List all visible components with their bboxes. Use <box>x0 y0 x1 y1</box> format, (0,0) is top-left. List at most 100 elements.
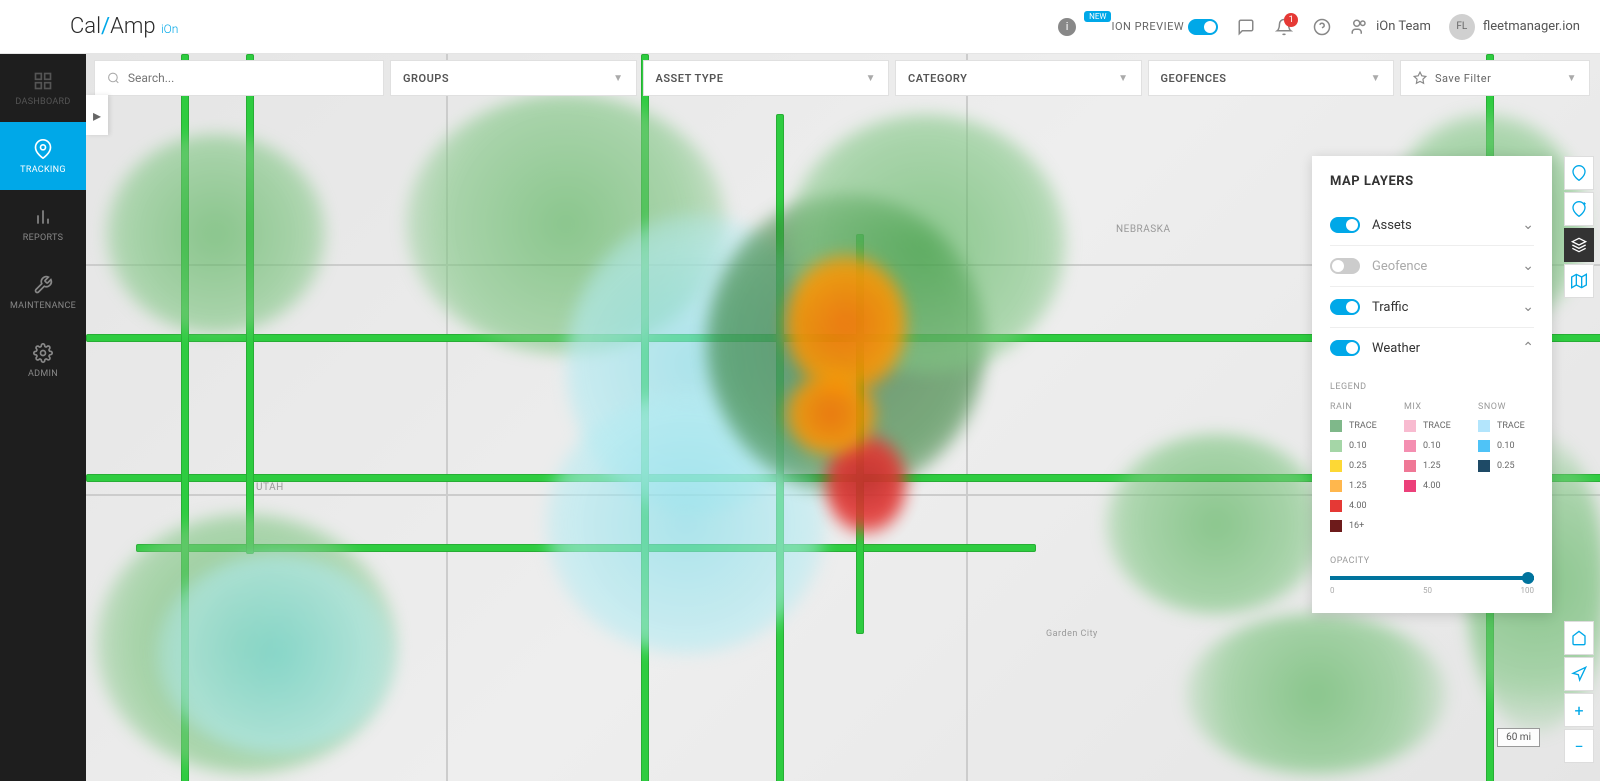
nav-label: REPORTS <box>23 233 63 243</box>
legend-value: 0.25 <box>1349 461 1367 471</box>
legend-col-rain: RAIN TRACE 0.10 0.25 1.25 4.00 16+ <box>1330 402 1386 540</box>
legend-swatch <box>1330 480 1342 492</box>
legend-col-snow: SNOW TRACE0.100.25 <box>1478 402 1534 540</box>
tool-layers-button[interactable] <box>1564 228 1594 262</box>
weather-legend: LEGEND RAIN TRACE0.100.251.254.0016+ MIX… <box>1330 382 1534 540</box>
dashboard-icon <box>32 70 54 92</box>
filter-asset-type[interactable]: ASSET TYPE▼ <box>643 60 890 96</box>
legend-title: LEGEND <box>1330 382 1534 392</box>
weather-overlay <box>786 254 906 394</box>
reports-icon <box>32 206 54 228</box>
nav-tracking[interactable]: TRACKING <box>0 122 86 190</box>
layer-toggle-weather[interactable] <box>1330 340 1360 356</box>
chevron-up-icon[interactable]: ⌃ <box>1522 340 1534 356</box>
filter-label: GROUPS <box>403 72 449 85</box>
legend-value: 4.00 <box>1349 501 1367 511</box>
legend-value: 0.10 <box>1349 441 1367 451</box>
map-place-label: Garden City <box>1046 629 1098 639</box>
layer-toggle-assets[interactable] <box>1330 217 1360 233</box>
legend-value: 0.10 <box>1423 441 1441 451</box>
logo-suffix: Amp <box>110 14 155 39</box>
legend-value: 1.25 <box>1423 461 1441 471</box>
legend-item: 4.00 <box>1330 500 1386 512</box>
layer-row-traffic: Traffic ⌄ <box>1330 287 1534 328</box>
nav-dashboard[interactable]: DASHBOARD <box>0 54 86 122</box>
search-field[interactable] <box>128 71 371 85</box>
layer-toggle-geofence[interactable] <box>1330 258 1360 274</box>
layer-row-geofence: Geofence ⌄ <box>1330 246 1534 287</box>
layer-row-assets: Assets ⌄ <box>1330 205 1534 246</box>
weather-overlay <box>106 134 326 334</box>
legend-swatch <box>1478 440 1490 452</box>
chat-icon[interactable] <box>1236 17 1256 37</box>
legend-item: 0.10 <box>1478 440 1534 452</box>
filter-label: GEOFENCES <box>1161 72 1227 85</box>
tool-locate-button[interactable] <box>1564 657 1594 691</box>
zoom-out-button[interactable]: − <box>1564 729 1594 763</box>
legend-swatch <box>1478 420 1490 432</box>
tick: 100 <box>1521 586 1535 595</box>
nav-maintenance[interactable]: MAINTENANCE <box>0 258 86 326</box>
chevron-down-icon[interactable]: ⌄ <box>1522 299 1534 315</box>
legend-item: 0.25 <box>1478 460 1534 472</box>
layer-toggle-traffic[interactable] <box>1330 299 1360 315</box>
legend-item: 4.00 <box>1404 480 1460 492</box>
map-place-label: UTAH <box>256 482 284 493</box>
chevron-down-icon: ▼ <box>1118 73 1128 84</box>
legend-swatch <box>1478 460 1490 472</box>
chevron-down-icon: ▼ <box>866 73 876 84</box>
nav-admin[interactable]: ADMIN <box>0 326 86 394</box>
logo-prefix: Cal <box>70 14 101 39</box>
logo: Cal/Amp iOn <box>70 14 178 39</box>
sidebar-expand-button[interactable]: ▸ <box>86 95 108 135</box>
tool-map-button[interactable] <box>1564 264 1594 298</box>
opacity-slider[interactable] <box>1330 576 1534 580</box>
filter-category[interactable]: CATEGORY▼ <box>895 60 1142 96</box>
chevron-down-icon[interactable]: ⌄ <box>1522 217 1534 233</box>
legend-item: 0.25 <box>1330 460 1386 472</box>
chevron-down-icon: ▼ <box>1567 73 1577 84</box>
legend-item: 0.10 <box>1404 440 1460 452</box>
notification-icon[interactable]: 1 <box>1274 17 1294 37</box>
tool-pin-button[interactable] <box>1564 156 1594 190</box>
legend-value: 16+ <box>1349 521 1364 531</box>
filter-geofences[interactable]: GEOFENCES▼ <box>1148 60 1395 96</box>
legend-value: TRACE <box>1423 421 1451 431</box>
weather-overlay <box>156 554 396 754</box>
search-input[interactable] <box>94 60 384 96</box>
legend-swatch <box>1330 460 1342 472</box>
layer-label: Traffic <box>1372 300 1510 315</box>
tool-home-button[interactable] <box>1564 621 1594 655</box>
chevron-down-icon[interactable]: ⌄ <box>1522 258 1534 274</box>
legend-item: 1.25 <box>1330 480 1386 492</box>
legend-value: 4.00 <box>1423 481 1441 491</box>
layer-label: Geofence <box>1372 259 1510 274</box>
legend-columns: RAIN TRACE0.100.251.254.0016+ MIX TRACE0… <box>1330 402 1534 540</box>
tool-add-pin-button[interactable] <box>1564 192 1594 226</box>
info-icon[interactable]: i <box>1058 18 1076 36</box>
nav-label: TRACKING <box>20 165 66 175</box>
legend-swatch <box>1330 420 1342 432</box>
filter-groups[interactable]: GROUPS▼ <box>390 60 637 96</box>
legend-swatch <box>1330 520 1342 532</box>
maintenance-icon <box>32 274 54 296</box>
save-filter-label: Save Filter <box>1435 72 1491 85</box>
legend-swatch <box>1404 460 1416 472</box>
zoom-in-button[interactable]: + <box>1564 693 1594 727</box>
tracking-icon <box>32 138 54 160</box>
nav-reports[interactable]: REPORTS <box>0 190 86 258</box>
help-icon[interactable] <box>1312 17 1332 37</box>
user-block[interactable]: FL fleetmanager.ion <box>1449 14 1580 40</box>
notification-count: 1 <box>1284 13 1298 27</box>
team-label: iOn Team <box>1376 19 1431 34</box>
slider-thumb[interactable] <box>1522 572 1534 584</box>
team-block[interactable]: iOn Team <box>1350 18 1431 36</box>
preview-toggle[interactable] <box>1188 19 1218 35</box>
save-filter-button[interactable]: Save Filter ▼ <box>1400 60 1590 96</box>
legend-value: TRACE <box>1349 421 1377 431</box>
legend-item: 16+ <box>1330 520 1386 532</box>
tick: 50 <box>1423 586 1432 595</box>
star-icon <box>1413 71 1427 85</box>
legend-col-title: SNOW <box>1478 402 1534 412</box>
legend-col-title: RAIN <box>1330 402 1386 412</box>
